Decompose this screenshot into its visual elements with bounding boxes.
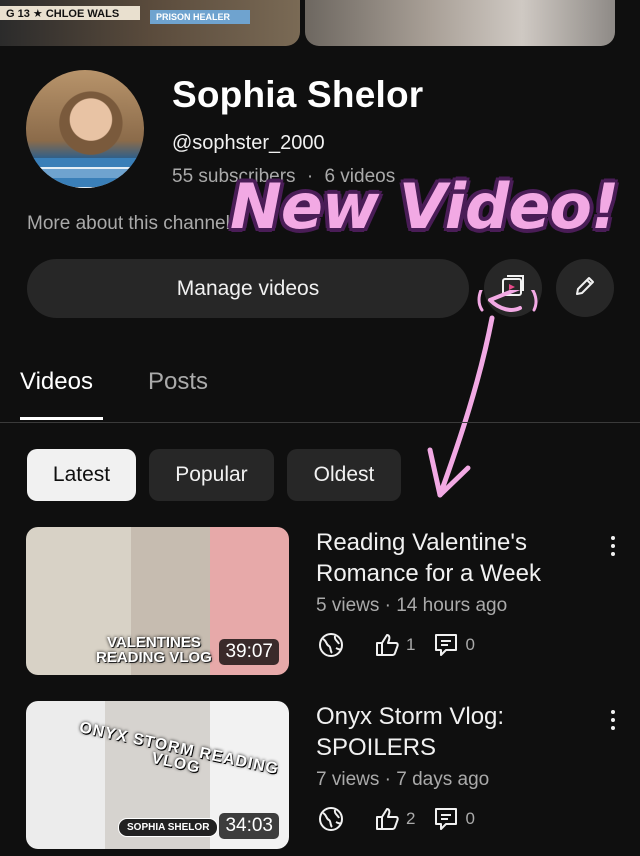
- globe-icon: [316, 630, 346, 660]
- video-thumbnail[interactable]: VALENTINES READING VLOG 39:07: [26, 527, 289, 675]
- more-options-icon[interactable]: [603, 705, 623, 735]
- video-meta: 7 views · 7 days ago: [316, 769, 490, 790]
- manage-videos-button[interactable]: Manage videos: [27, 259, 469, 318]
- thumbnail-caption: VALENTINES READING VLOG: [96, 634, 212, 666]
- thumbs-up-icon: [372, 630, 402, 660]
- thumbs-up-icon: [372, 804, 402, 834]
- book-spine: PRISON HEALER: [150, 10, 250, 24]
- like-count: 2: [406, 809, 416, 828]
- pencil-icon: [572, 273, 598, 304]
- comment-icon: [431, 804, 461, 834]
- video-stats: 2 0: [316, 804, 491, 834]
- thumbnail-name-pill: SOPHIA SHELOR: [118, 818, 219, 837]
- channel-handle: @sophster_2000: [172, 132, 325, 154]
- comment-count: 0: [465, 635, 475, 654]
- edit-channel-button[interactable]: [556, 259, 614, 317]
- video-duration: 34:03: [219, 813, 279, 839]
- channel-name: Sophia Shelor: [172, 74, 424, 115]
- video-stats: 1 0: [316, 630, 491, 660]
- video-title[interactable]: Onyx Storm Vlog: SPOILERS: [316, 701, 596, 763]
- video-meta: 5 views · 14 hours ago: [316, 595, 508, 616]
- banner-image-right: [305, 0, 615, 46]
- comment-count: 0: [465, 809, 475, 828]
- tab-videos[interactable]: Videos: [20, 368, 93, 396]
- filter-oldest-chip[interactable]: Oldest: [287, 449, 401, 501]
- banner-image-left: G 13 ★ CHLOE WALS PRISON HEALER: [0, 0, 300, 46]
- book-spine: G 13 ★ CHLOE WALS: [0, 6, 140, 20]
- new-video-overlay: New Video!: [230, 170, 619, 243]
- more-options-icon[interactable]: [603, 531, 623, 561]
- video-duration: 39:07: [219, 639, 279, 665]
- globe-icon: [316, 804, 346, 834]
- comment-icon: [431, 630, 461, 660]
- more-about-link[interactable]: More about this channel: [27, 213, 230, 235]
- video-title[interactable]: Reading Valentine's Romance for a Week: [316, 527, 596, 589]
- avatar-books: [26, 158, 144, 188]
- filter-popular-chip[interactable]: Popular: [149, 449, 274, 501]
- video-item[interactable]: ONYX STORM READING VLOG SOPHIA SHELOR 34…: [0, 701, 640, 851]
- like-count: 1: [406, 635, 416, 654]
- active-tab-indicator: [20, 417, 103, 420]
- filter-latest-chip[interactable]: Latest: [27, 449, 136, 501]
- channel-banner: G 13 ★ CHLOE WALS PRISON HEALER: [0, 0, 640, 48]
- channel-tabs: Videos Posts: [0, 360, 640, 423]
- video-item[interactable]: VALENTINES READING VLOG 39:07 Reading Va…: [0, 527, 640, 677]
- channel-avatar[interactable]: [26, 70, 144, 188]
- tab-posts[interactable]: Posts: [148, 368, 208, 396]
- thumbnail-caption: ONYX STORM READING VLOG: [77, 719, 281, 779]
- video-thumbnail[interactable]: ONYX STORM READING VLOG SOPHIA SHELOR 34…: [26, 701, 289, 849]
